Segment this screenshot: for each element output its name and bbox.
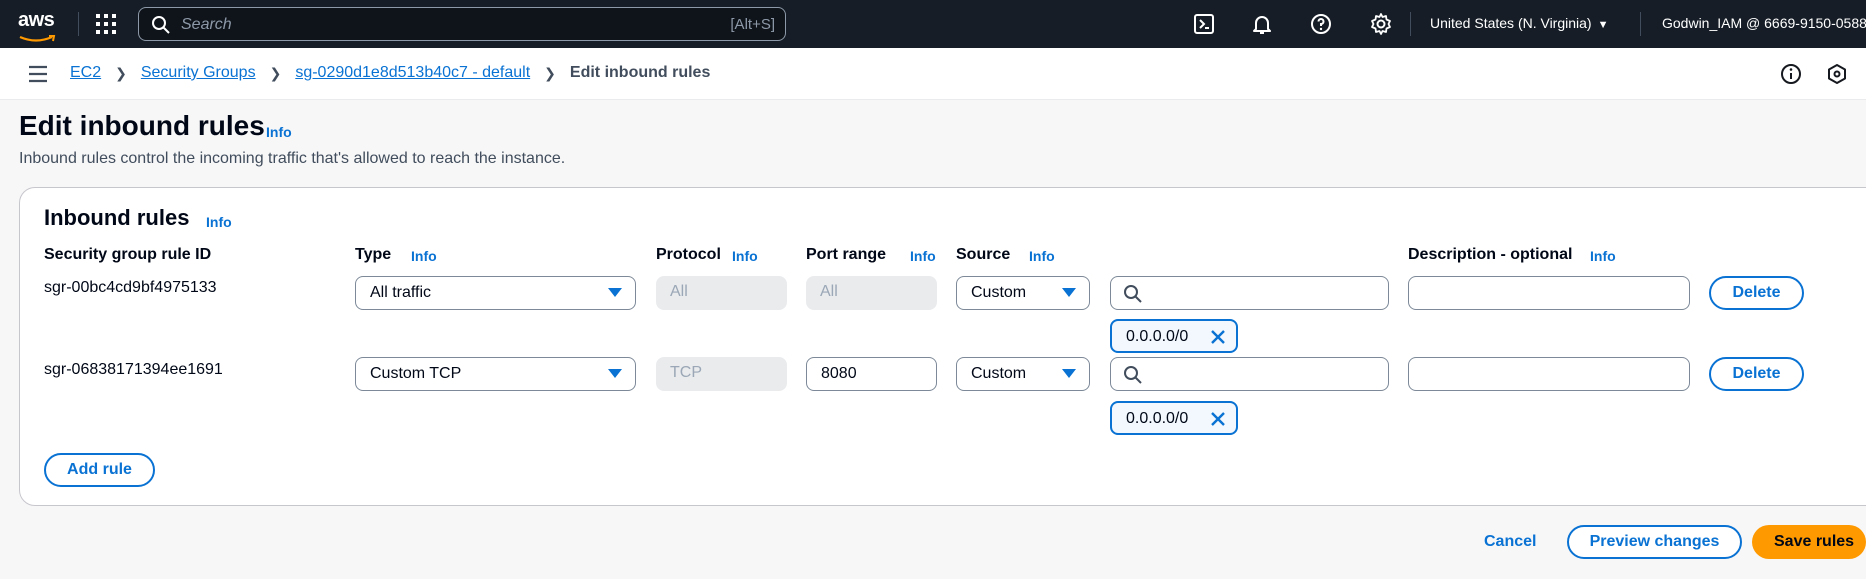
- token-label: 0.0.0.0/0: [1126, 410, 1189, 427]
- breadcrumb-bar: EC2 ❯ Security Groups ❯ sg-0290d1e8d513b…: [0, 48, 1866, 100]
- search-placeholder: Search: [181, 16, 232, 33]
- type-select-value: All traffic: [370, 284, 432, 301]
- add-rule-button[interactable]: Add rule: [44, 453, 155, 487]
- page-info-link[interactable]: Info: [266, 124, 292, 140]
- search-icon: [1124, 366, 1142, 384]
- nav-separator: [1410, 12, 1411, 36]
- close-icon[interactable]: [1210, 329, 1226, 345]
- breadcrumb-ec2[interactable]: EC2: [70, 64, 101, 82]
- port-range-value: All: [820, 283, 838, 300]
- search-icon: [1124, 285, 1142, 303]
- chevron-right-icon: ❯: [544, 64, 556, 81]
- menu-icon[interactable]: [28, 65, 48, 88]
- source-info-link[interactable]: Info: [1029, 248, 1055, 264]
- page-title: Edit inbound rules: [19, 110, 265, 141]
- panel-info-link[interactable]: Info: [206, 214, 232, 230]
- col-header-port-range: Port range: [806, 246, 887, 263]
- region-label: United States (N. Virginia): [1430, 15, 1592, 31]
- type-info-link[interactable]: Info: [411, 248, 437, 264]
- help-icon[interactable]: [1309, 12, 1333, 36]
- col-header-type: Type: [355, 246, 392, 263]
- caret-down-icon: [608, 369, 622, 378]
- breadcrumb-security-groups[interactable]: Security Groups: [141, 64, 256, 82]
- caret-down-icon: [1062, 288, 1076, 297]
- chevron-right-icon: ❯: [115, 64, 127, 81]
- save-rules-button[interactable]: Save rules: [1752, 525, 1866, 559]
- caret-down-icon: [608, 288, 622, 297]
- source-search-input[interactable]: [1110, 276, 1389, 310]
- col-header-source: Source: [956, 246, 1011, 263]
- source-type-value: Custom: [971, 365, 1027, 382]
- info-circle-icon[interactable]: [1780, 63, 1802, 85]
- protocol-field: All: [656, 276, 787, 310]
- protocol-field: TCP: [656, 357, 787, 391]
- type-select[interactable]: All traffic: [355, 276, 636, 310]
- description-input[interactable]: [1408, 276, 1690, 310]
- source-type-select[interactable]: Custom: [956, 276, 1090, 310]
- services-grid-icon[interactable]: [95, 13, 117, 35]
- type-select[interactable]: Custom TCP: [355, 357, 636, 391]
- col-header-description: Description - optional: [1408, 246, 1573, 263]
- preview-changes-button[interactable]: Preview changes: [1567, 525, 1742, 559]
- port-range-input[interactable]: 8080: [806, 357, 937, 391]
- inbound-rules-container: [19, 187, 1866, 506]
- caret-down-icon: ▼: [1597, 19, 1609, 31]
- port-range-field: All: [806, 276, 937, 310]
- port-range-value: 8080: [821, 365, 857, 382]
- description-info-link[interactable]: Info: [1590, 248, 1616, 264]
- protocol-value: TCP: [670, 364, 702, 381]
- source-type-select[interactable]: Custom: [956, 357, 1090, 391]
- top-navigation: aws Search [Alt+S] United States (N. Vir…: [0, 0, 1866, 48]
- close-icon[interactable]: [1210, 411, 1226, 427]
- cloudshell-icon[interactable]: [1192, 12, 1216, 36]
- source-token: 0.0.0.0/0: [1110, 401, 1238, 435]
- chevron-right-icon: ❯: [269, 64, 282, 81]
- breadcrumb-current: Edit inbound rules: [569, 64, 711, 81]
- port-range-info-link[interactable]: Info: [910, 248, 936, 264]
- region-selector[interactable]: United States (N. Virginia) ▼: [1430, 15, 1608, 31]
- global-search-input[interactable]: Search [Alt+S]: [138, 7, 786, 41]
- page-description: Inbound rules control the incoming traff…: [19, 150, 566, 167]
- nav-separator: [1640, 12, 1641, 36]
- delete-button[interactable]: Delete: [1709, 276, 1804, 310]
- aws-logo[interactable]: aws: [18, 9, 58, 42]
- token-label: 0.0.0.0/0: [1126, 328, 1189, 345]
- protocol-info-link[interactable]: Info: [732, 248, 758, 264]
- notifications-shield-icon[interactable]: [1826, 63, 1848, 85]
- source-type-value: Custom: [971, 284, 1027, 301]
- delete-button[interactable]: Delete: [1709, 357, 1804, 391]
- nav-separator: [78, 12, 79, 36]
- source-token: 0.0.0.0/0: [1110, 319, 1238, 353]
- settings-icon[interactable]: [1369, 12, 1393, 36]
- caret-down-icon: [1062, 369, 1076, 378]
- search-shortcut: [Alt+S]: [730, 16, 775, 33]
- col-header-protocol: Protocol: [656, 246, 721, 263]
- rule-id: sgr-00bc4cd9bf4975133: [44, 279, 217, 296]
- aws-logo-text: aws: [18, 9, 55, 31]
- rule-id: sgr-06838171394ee1691: [44, 361, 223, 378]
- panel-title: Inbound rules: [44, 205, 190, 230]
- type-select-value: Custom TCP: [370, 365, 462, 382]
- account-menu[interactable]: Godwin_IAM @ 6669-9150-0588: [1662, 15, 1866, 31]
- protocol-value: All: [670, 283, 688, 300]
- search-icon: [152, 16, 170, 34]
- description-input[interactable]: [1408, 357, 1690, 391]
- source-search-input[interactable]: [1110, 357, 1389, 391]
- breadcrumb-security-group[interactable]: sg-0290d1e8d513b40c7 - default: [295, 64, 530, 82]
- aws-smile-icon: [19, 35, 56, 42]
- breadcrumb: EC2 ❯ Security Groups ❯ sg-0290d1e8d513b…: [70, 64, 710, 82]
- col-header-rule-id: Security group rule ID: [44, 246, 212, 263]
- cancel-button[interactable]: Cancel: [1484, 533, 1536, 551]
- bell-icon[interactable]: [1250, 12, 1274, 36]
